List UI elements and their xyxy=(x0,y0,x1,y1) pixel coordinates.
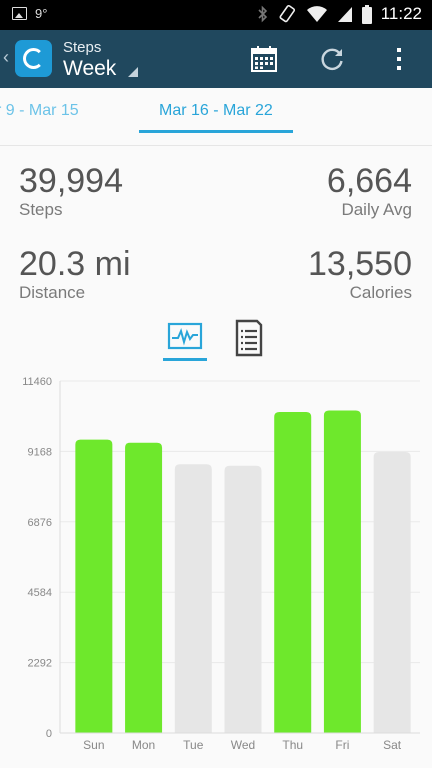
tab-current-week[interactable]: Mar 16 - Mar 22 xyxy=(159,102,273,120)
stat-calories: 13,550 Calories xyxy=(308,247,412,301)
tabs-divider xyxy=(0,145,432,146)
steps-value: 39,994 xyxy=(19,162,123,200)
graph-icon xyxy=(167,322,203,350)
x-tick-label: Fri xyxy=(335,738,349,752)
y-tick-label: 2292 xyxy=(28,658,52,670)
steps-bar-chart: 0 2292 4584 6876 9168 11460 Sun Mon Tue Wed Thu Fri… xyxy=(22,376,420,752)
y-tick-label: 4584 xyxy=(28,587,52,599)
gallery-icon xyxy=(12,7,27,20)
overflow-menu-button[interactable] xyxy=(382,42,416,76)
background-bar xyxy=(224,465,262,733)
background-bar xyxy=(373,451,411,733)
y-tick-label: 0 xyxy=(46,728,52,740)
step-bar xyxy=(274,412,312,733)
stat-steps: 39,994 Steps xyxy=(19,164,123,218)
calories-value: 13,550 xyxy=(308,245,412,283)
signal-icon xyxy=(337,7,352,22)
temperature-text: 9° xyxy=(35,6,48,21)
tab-indicator xyxy=(139,130,293,133)
back-chevron-icon[interactable]: ‹ xyxy=(3,47,9,68)
distance-label: Distance xyxy=(19,283,86,302)
clock-text: 11:22 xyxy=(380,4,422,23)
x-tick-label: Sat xyxy=(383,738,402,752)
rotation-icon xyxy=(279,4,295,23)
daily-avg-label: Daily Avg xyxy=(341,200,412,219)
dropdown-triangle-icon[interactable] xyxy=(128,67,138,77)
distance-value: 20.3 mi xyxy=(19,245,131,283)
week-tabs: r 9 - Mar 15 Mar 16 - Mar 22 xyxy=(0,88,432,146)
stat-distance: 20.3 mi Distance xyxy=(19,247,131,301)
wifi-icon xyxy=(306,6,327,22)
step-bar xyxy=(323,410,361,733)
y-tick-label: 6876 xyxy=(28,517,52,529)
x-tick-label: Mon xyxy=(132,738,155,752)
x-tick-label: Tue xyxy=(183,738,204,752)
y-tick-label: 9168 xyxy=(28,446,52,458)
overflow-menu-icon xyxy=(397,48,401,70)
calendar-icon xyxy=(251,46,277,72)
screen-subtitle[interactable]: Steps xyxy=(63,39,101,56)
y-tick-label: 11460 xyxy=(22,376,52,388)
view-toggle-indicator xyxy=(163,358,207,361)
list-view-button[interactable] xyxy=(230,318,270,358)
bluetooth-icon xyxy=(258,5,267,23)
sync-button[interactable] xyxy=(315,42,349,76)
x-tick-label: Wed xyxy=(231,738,255,752)
list-icon xyxy=(235,319,263,357)
app-logo-icon[interactable] xyxy=(15,40,52,77)
graph-view-button[interactable] xyxy=(165,318,205,358)
step-bar xyxy=(75,439,113,733)
background-bar xyxy=(174,464,212,733)
period-selector[interactable]: Week xyxy=(63,57,116,81)
tab-previous-week[interactable]: r 9 - Mar 15 xyxy=(0,102,79,120)
status-bar: 9° 11:22 xyxy=(0,0,432,30)
x-tick-label: Thu xyxy=(282,738,303,752)
calories-label: Calories xyxy=(349,283,412,302)
action-bar: ‹ Steps Week xyxy=(0,30,432,88)
sync-icon xyxy=(321,48,343,71)
stat-daily-avg: 6,664 Daily Avg xyxy=(327,164,412,218)
daily-avg-value: 6,664 xyxy=(326,162,412,200)
step-bar xyxy=(125,442,163,733)
calendar-button[interactable] xyxy=(247,42,281,76)
steps-label: Steps xyxy=(19,200,63,219)
battery-icon xyxy=(361,4,372,24)
steps-chart: 0 2292 4584 6876 9168 11460 Sun Mon Tue Wed Thu Fri… xyxy=(0,370,432,768)
x-tick-label: Sun xyxy=(83,738,104,752)
